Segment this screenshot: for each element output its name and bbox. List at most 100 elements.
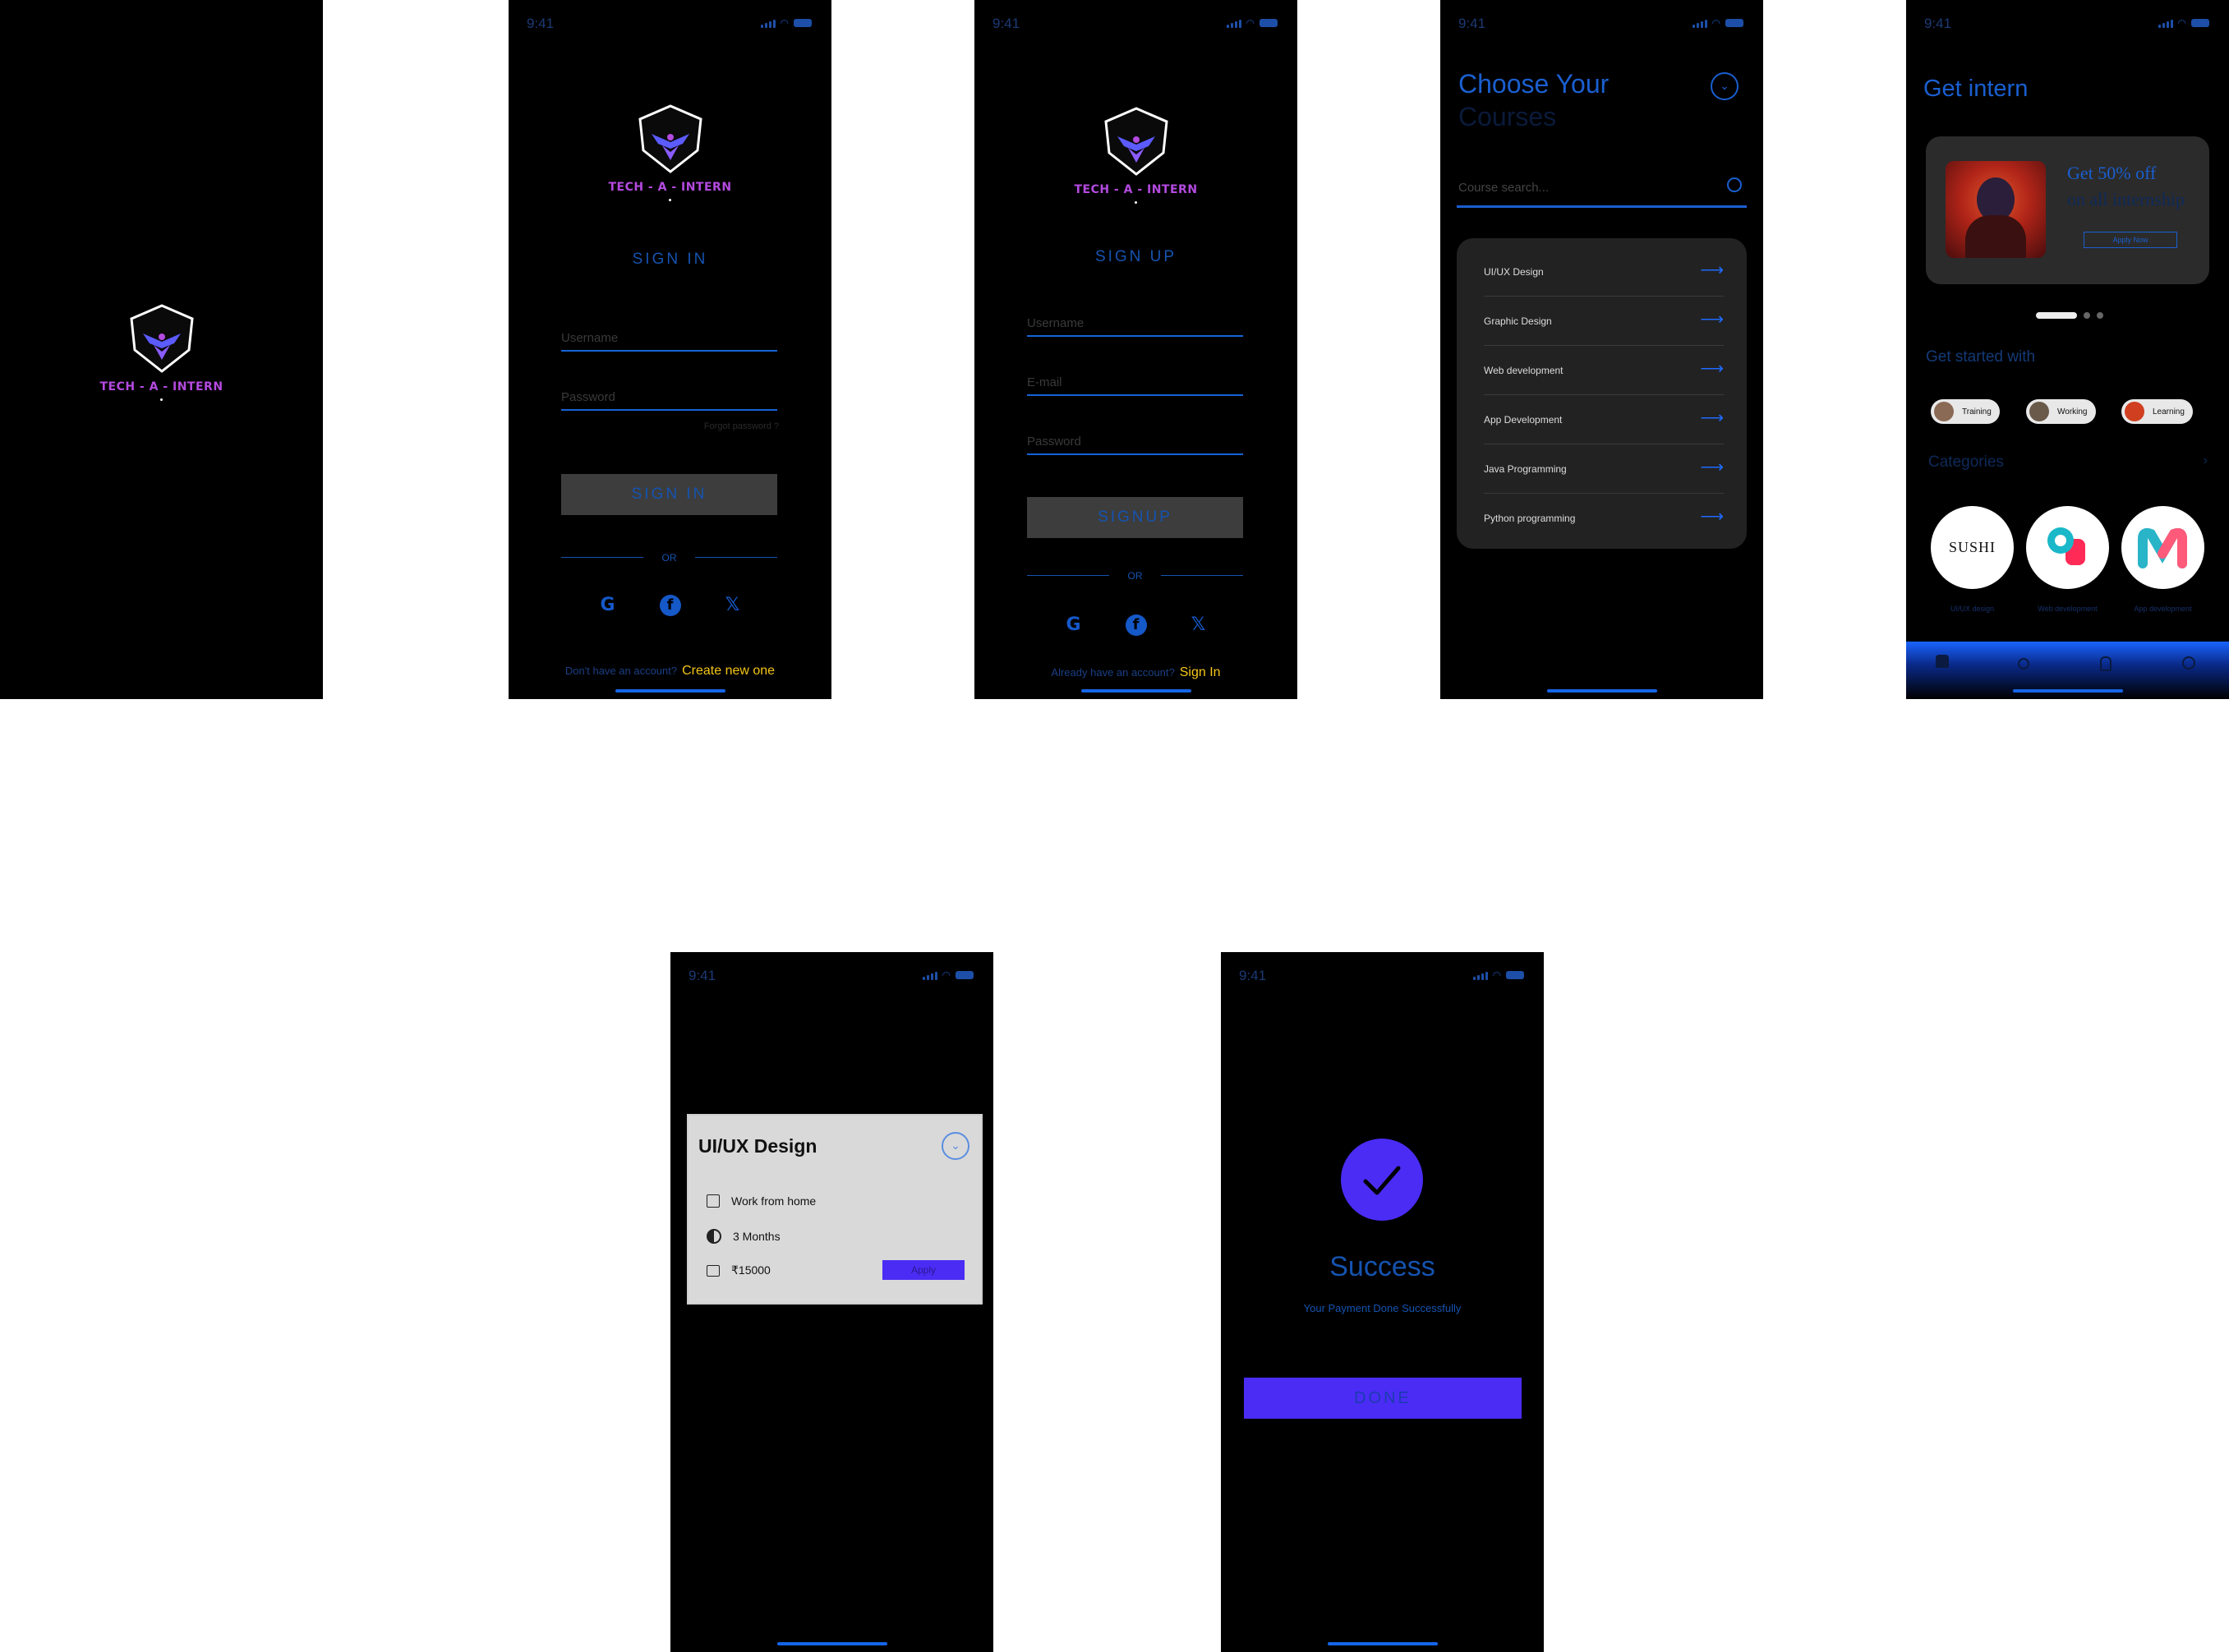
home-icon[interactable]	[1936, 655, 1949, 668]
status-bar: 9:41 ◠	[974, 16, 1297, 34]
category-web[interactable]	[2026, 506, 2109, 589]
sushi-logo: SUSHI	[1948, 539, 1996, 555]
search-placeholder: Course search...	[1458, 181, 1550, 195]
create-account-link[interactable]: Create new one	[682, 664, 775, 678]
username-field[interactable]: Username	[1027, 311, 1243, 337]
facebook-icon[interactable]: f	[1125, 614, 1147, 636]
password-placeholder: Password	[561, 390, 615, 404]
battery-icon	[1725, 19, 1743, 27]
wifi-icon: ◠	[2177, 17, 2186, 29]
chip-learning[interactable]: Learning	[2121, 399, 2193, 424]
close-icon[interactable]: ⌄	[942, 1132, 969, 1160]
shield-logo-icon	[1103, 107, 1168, 176]
home-indicator	[615, 689, 725, 693]
course-item[interactable]: App Development ⟶	[1484, 394, 1724, 444]
signal-icon	[1226, 19, 1241, 28]
profile-icon[interactable]	[2182, 656, 2195, 670]
app-brand-icon	[2138, 527, 2187, 568]
signin-link[interactable]: Sign In	[1180, 665, 1221, 679]
social-login: G f 𝕏	[509, 595, 831, 616]
category-label: App development	[2134, 605, 2192, 613]
chevron-right-icon[interactable]: ›	[2204, 453, 2208, 468]
arrow-right-icon: ⟶	[1700, 261, 1724, 279]
signin-prompt-text: Already have an account?	[1051, 666, 1175, 679]
success-check-icon	[1341, 1139, 1423, 1221]
email-field[interactable]: E-mail	[1027, 370, 1243, 396]
forgot-password-link[interactable]: Forgot password ?	[704, 421, 779, 431]
category-app[interactable]	[2121, 506, 2204, 589]
or-label: OR	[1127, 570, 1143, 582]
battery-icon	[956, 971, 974, 979]
wifi-icon: ◠	[942, 969, 951, 981]
home-indicator	[1327, 1642, 1438, 1645]
course-item[interactable]: UI/UX Design ⟶	[1484, 246, 1724, 297]
brand-logo: TECH - A - INTERN	[80, 302, 244, 401]
password-field[interactable]: Password	[1027, 429, 1243, 455]
brand-name: TECH - A - INTERN	[608, 181, 732, 194]
or-divider: OR	[561, 552, 777, 564]
google-icon[interactable]: G	[597, 595, 619, 616]
status-bar: 9:41 ◠	[1440, 16, 1763, 34]
chevron-down-icon[interactable]: ⌄	[1711, 72, 1739, 100]
signup-button[interactable]: SIGNUP	[1027, 497, 1243, 538]
status-time: 9:41	[992, 16, 1020, 31]
x-icon[interactable]: 𝕏	[1188, 614, 1209, 636]
web-brand-icon	[2047, 527, 2085, 565]
brand-name: TECH - A - INTERN	[1074, 183, 1198, 196]
courses-screen: 9:41 ◠ Choose Your Courses ⌄ Course sear…	[1440, 0, 1763, 699]
status-bar: 9:41 ◠	[509, 16, 831, 34]
signal-icon	[760, 19, 776, 28]
signal-icon	[922, 971, 937, 980]
facebook-icon[interactable]: f	[659, 595, 681, 616]
logo-dot	[669, 199, 671, 201]
chip-training[interactable]: Training	[1931, 399, 2000, 424]
or-label: OR	[661, 552, 677, 564]
success-message: Your Payment Done Successfully	[1303, 1302, 1462, 1314]
signal-icon	[2158, 19, 2173, 28]
logo-dot	[160, 398, 163, 401]
avatar	[1934, 402, 1954, 421]
courses-title: Choose Your Courses	[1458, 67, 1609, 133]
apply-now-button[interactable]: Apply Now	[2084, 232, 2177, 248]
chip-label: Working	[2057, 407, 2088, 416]
password-placeholder: Password	[1027, 435, 1081, 449]
search-nav-icon[interactable]	[2018, 658, 2029, 670]
arrow-right-icon: ⟶	[1700, 311, 1724, 329]
apply-button[interactable]: Apply	[882, 1260, 965, 1280]
password-field[interactable]: Password	[561, 384, 777, 411]
home-indicator	[2012, 689, 2123, 693]
course-label: App Development	[1484, 414, 1563, 426]
course-item[interactable]: Graphic Design ⟶	[1484, 296, 1724, 346]
wifi-icon: ◠	[1246, 17, 1255, 29]
x-icon[interactable]: 𝕏	[722, 595, 744, 616]
promo-card[interactable]: Get 50% off on all internship Apply Now	[1926, 136, 2209, 284]
signin-button[interactable]: SIGN IN	[561, 474, 777, 515]
chip-label: Training	[1962, 407, 1992, 416]
home-indicator	[1546, 689, 1657, 693]
username-field[interactable]: Username	[561, 325, 777, 352]
status-bar: 9:41 ◠	[1221, 968, 1544, 986]
course-search-input[interactable]: Course search...	[1457, 173, 1747, 208]
avatar	[2029, 402, 2049, 421]
course-item[interactable]: Python programming ⟶	[1484, 493, 1724, 542]
chip-working[interactable]: Working	[2026, 399, 2096, 424]
battery-icon	[2191, 19, 2209, 27]
google-icon[interactable]: G	[1063, 614, 1085, 636]
course-detail-modal: UI/UX Design ⌄ Work from home 3 Months ₹…	[687, 1114, 983, 1305]
category-uiux[interactable]: SUSHI	[1931, 506, 2014, 589]
notification-icon[interactable]	[2100, 656, 2112, 671]
course-label: Python programming	[1484, 513, 1576, 524]
clock-icon	[707, 1229, 721, 1244]
course-item[interactable]: Java Programming ⟶	[1484, 444, 1724, 494]
search-icon[interactable]	[1727, 177, 1742, 192]
logo-dot	[1135, 201, 1137, 204]
done-button[interactable]: DONE	[1244, 1378, 1522, 1419]
price-text: ₹15000	[731, 1263, 771, 1277]
mode-row: Work from home	[707, 1194, 816, 1208]
signin-screen: 9:41 ◠ TECH - A - INTERN SIGN IN Usernam…	[509, 0, 831, 699]
course-item[interactable]: Web development ⟶	[1484, 345, 1724, 395]
wallet-icon	[707, 1264, 720, 1277]
detail-screen: 9:41 ◠ UI/UX Design ⌄ Work from home 3 M…	[670, 952, 993, 1652]
duration-text: 3 Months	[733, 1230, 781, 1243]
shield-logo-icon	[638, 104, 702, 173]
